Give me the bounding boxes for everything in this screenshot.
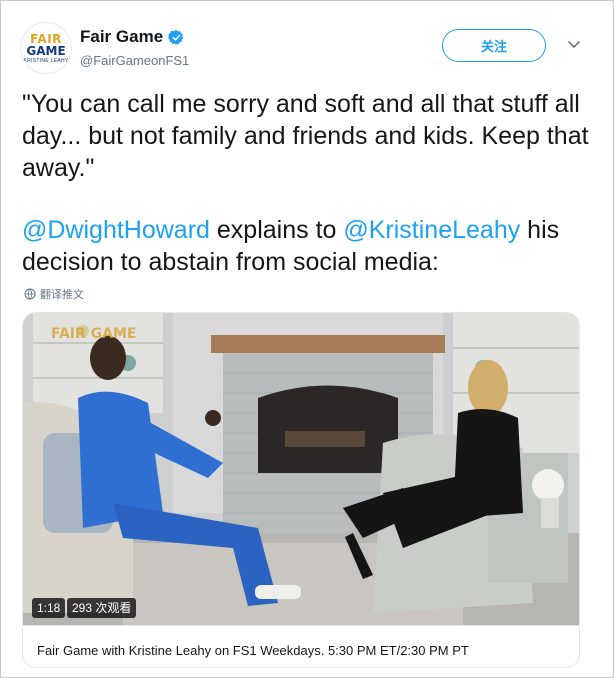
video-duration: 1:18 <box>32 598 66 618</box>
display-name[interactable]: Fair Game <box>80 27 163 47</box>
video-thumbnail: FAIR GAME <box>23 313 579 625</box>
tweet-quote: "You can call me sorry and soft and all … <box>22 90 589 182</box>
tweet-text-mid: explains to <box>209 216 344 244</box>
avatar-logo-line2: GAME <box>26 44 66 58</box>
tweet-text: "You can call me sorry and soft and all … <box>22 88 592 278</box>
follow-button[interactable]: 关注 <box>442 29 546 62</box>
video-player[interactable]: FAIR GAME 1:18 293 次观看 <box>23 313 579 625</box>
translate-tweet-link[interactable]: 翻译推文 <box>24 286 84 302</box>
card-divider <box>23 625 579 626</box>
card-caption[interactable]: Fair Game with Kristine Leahy on FS1 Wee… <box>37 643 469 658</box>
tweet-body: @DwightHoward explains to @KristineLeahy… <box>22 214 592 278</box>
avatar-logo-line3: KRISTINE LEAHY <box>23 58 69 64</box>
chevron-down-icon[interactable] <box>566 38 582 52</box>
globe-icon <box>24 288 36 300</box>
display-name-row[interactable]: Fair Game <box>80 27 185 47</box>
video-view-count: 293 次观看 <box>67 598 137 618</box>
translate-label[interactable]: 翻译推文 <box>40 286 84 302</box>
mention-kristine-leahy[interactable]: @KristineLeahy <box>343 216 520 244</box>
account-handle[interactable]: @FairGameonFS1 <box>80 53 189 68</box>
verified-badge-icon <box>168 29 184 45</box>
mention-dwight-howard[interactable]: @DwightHoward <box>22 216 210 244</box>
video-watermark: FAIR GAME <box>51 326 136 342</box>
avatar[interactable]: FAIR GAME KRISTINE LEAHY <box>20 22 72 74</box>
media-card[interactable]: FAIR GAME 1:18 293 次观看 Fair Game with Kr… <box>22 312 580 668</box>
